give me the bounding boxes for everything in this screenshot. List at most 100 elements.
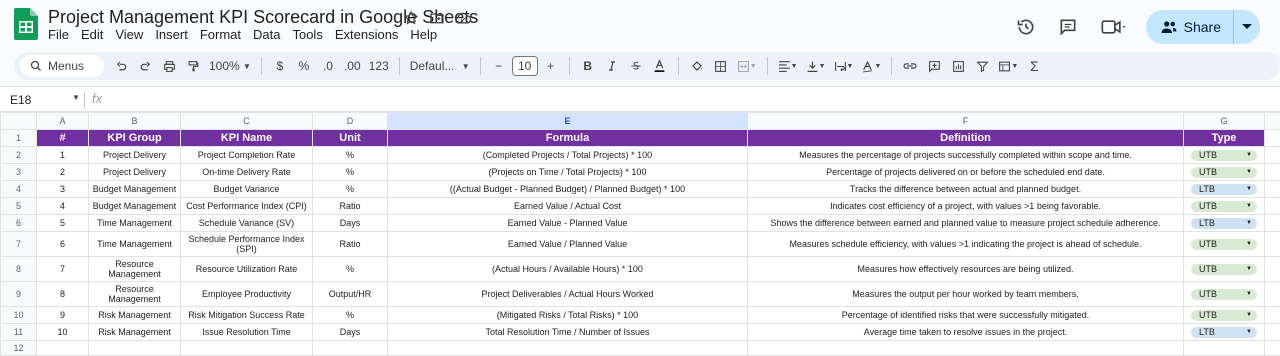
cell-definition[interactable]: Average time taken to resolve issues in … (747, 323, 1184, 341)
cell-definition[interactable]: Measures how effectively resources are b… (747, 256, 1184, 282)
cell-kpi-group[interactable]: Project Delivery (88, 163, 181, 181)
row-number[interactable]: 4 (0, 180, 37, 198)
column-header-g[interactable]: G (1183, 112, 1265, 130)
cell-unit[interactable]: % (312, 306, 388, 324)
filter-icon[interactable] (971, 55, 993, 77)
cell-type[interactable]: UTB ▼ (1183, 281, 1265, 307)
insert-chart-icon[interactable] (947, 55, 969, 77)
cell-type[interactable]: LTB ▼ (1183, 214, 1265, 232)
header-cell-unit[interactable]: Unit (312, 129, 388, 147)
cell-number[interactable]: 8 (36, 281, 89, 307)
type-dropdown-chip[interactable]: UTB ▼ (1191, 200, 1257, 212)
percent-format-button[interactable]: % (293, 55, 315, 77)
print-icon[interactable] (158, 55, 180, 77)
functions-button[interactable]: Σ (1023, 55, 1045, 77)
empty-cell[interactable] (1264, 180, 1280, 198)
cell-definition[interactable]: Measures schedule efficiency, with value… (747, 231, 1184, 257)
cell-definition[interactable]: Measures the percentage of projects succ… (747, 146, 1184, 164)
header-cell-kpi-name[interactable]: KPI Name (180, 129, 313, 147)
filter-views-icon[interactable]: ▼ (995, 55, 1021, 77)
type-dropdown-chip[interactable]: UTB ▼ (1191, 149, 1257, 161)
font-select[interactable]: Defaul... ▼ (407, 55, 473, 77)
cell-number[interactable]: 9 (36, 306, 89, 324)
menu-help[interactable]: Help (410, 27, 437, 42)
vertical-align-icon[interactable]: ▼ (803, 55, 829, 77)
cell-formula[interactable]: Earned Value - Planned Value (387, 214, 748, 232)
column-header-e[interactable]: E (387, 112, 748, 130)
cell-type[interactable]: UTB ▼ (1183, 231, 1265, 257)
insert-link-icon[interactable] (899, 55, 921, 77)
cell-kpi-group[interactable]: Project Delivery (88, 146, 181, 164)
cell-type[interactable]: UTB ▼ (1183, 306, 1265, 324)
type-dropdown-chip[interactable]: LTB ▼ (1191, 217, 1257, 229)
paint-format-icon[interactable] (182, 55, 204, 77)
redo-icon[interactable] (134, 55, 156, 77)
type-dropdown-chip[interactable]: UTB ▼ (1191, 288, 1257, 300)
cell-type[interactable]: UTB ▼ (1183, 163, 1265, 181)
fill-color-icon[interactable] (686, 55, 708, 77)
cell-type[interactable]: LTB ▼ (1183, 323, 1265, 341)
bold-button[interactable]: B (577, 55, 599, 77)
cell-kpi-name[interactable]: Issue Resolution Time (180, 323, 313, 341)
cell-unit[interactable]: Days (312, 214, 388, 232)
version-history-icon[interactable] (1012, 13, 1040, 41)
menu-data[interactable]: Data (253, 27, 280, 42)
comments-icon[interactable] (1054, 13, 1082, 41)
cell-kpi-group[interactable]: Budget Management (88, 197, 181, 215)
cell-kpi-name[interactable]: Employee Productivity (180, 281, 313, 307)
empty-cell[interactable] (1264, 231, 1280, 257)
cell-formula[interactable]: (Actual Hours / Available Hours) * 100 (387, 256, 748, 282)
text-color-icon[interactable] (649, 55, 671, 77)
cell-kpi-name[interactable]: Budget Variance (180, 180, 313, 198)
cell-formula[interactable]: Total Resolution Time / Number of Issues (387, 323, 748, 341)
row-number[interactable]: 12 (0, 340, 37, 356)
select-all-corner[interactable] (0, 112, 37, 130)
cell-type[interactable]: UTB ▼ (1183, 197, 1265, 215)
cell-number[interactable]: 3 (36, 180, 89, 198)
empty-cell[interactable] (1264, 163, 1280, 181)
share-button[interactable]: Share (1145, 10, 1260, 44)
meet-video-icon[interactable] (1096, 13, 1132, 41)
move-folder-icon[interactable] (428, 9, 446, 27)
cell-definition[interactable]: Measures the output per hour worked by t… (747, 281, 1184, 307)
type-dropdown-chip[interactable]: UTB ▼ (1191, 166, 1257, 178)
type-dropdown-chip[interactable]: UTB ▼ (1191, 238, 1257, 250)
type-dropdown-chip[interactable]: LTB ▼ (1191, 183, 1257, 195)
cell-definition[interactable]: Percentage of identified risks that were… (747, 306, 1184, 324)
decrease-decimal-button[interactable]: .0 (317, 55, 339, 77)
text-wrap-icon[interactable]: ▼ (831, 55, 857, 77)
more-formats-button[interactable]: 123 (366, 55, 392, 77)
menu-insert[interactable]: Insert (155, 27, 188, 42)
menu-tools[interactable]: Tools (292, 27, 322, 42)
empty-cell[interactable] (1264, 214, 1280, 232)
borders-icon[interactable] (710, 55, 732, 77)
row-number[interactable]: 10 (0, 306, 37, 324)
cell-kpi-name[interactable]: Project Completion Rate (180, 146, 313, 164)
column-header-c[interactable]: C (180, 112, 313, 130)
strikethrough-icon[interactable] (625, 55, 647, 77)
name-box[interactable]: E18 ▼ (10, 93, 80, 107)
cell-kpi-group[interactable]: Time Management (88, 231, 181, 257)
menu-file[interactable]: File (48, 27, 69, 42)
empty-cell[interactable] (387, 340, 748, 356)
type-dropdown-chip[interactable]: UTB ▼ (1191, 309, 1257, 321)
empty-cell[interactable] (1183, 340, 1265, 356)
cell-kpi-group[interactable]: Time Management (88, 214, 181, 232)
zoom-select[interactable]: 100% ▼ (206, 55, 254, 77)
font-size-decrease-button[interactable]: − (488, 55, 510, 77)
cell-kpi-name[interactable]: Risk Mitigation Success Rate (180, 306, 313, 324)
font-size-increase-button[interactable]: + (540, 55, 562, 77)
empty-cell[interactable] (1264, 197, 1280, 215)
cell-kpi-name[interactable]: Cost Performance Index (CPI) (180, 197, 313, 215)
share-dropdown-icon[interactable] (1234, 10, 1260, 44)
menu-view[interactable]: View (115, 27, 143, 42)
empty-cell[interactable] (1264, 281, 1280, 307)
empty-cell[interactable] (1264, 129, 1280, 147)
cell-definition[interactable]: Indicates cost efficiency of a project, … (747, 197, 1184, 215)
cell-definition[interactable]: Shows the difference between earned and … (747, 214, 1184, 232)
cell-kpi-group[interactable]: Risk Management (88, 323, 181, 341)
cell-formula[interactable]: (Completed Projects / Total Projects) * … (387, 146, 748, 164)
cell-unit[interactable]: % (312, 256, 388, 282)
cell-formula[interactable]: (Mitigated Risks / Total Risks) * 100 (387, 306, 748, 324)
cell-number[interactable]: 1 (36, 146, 89, 164)
